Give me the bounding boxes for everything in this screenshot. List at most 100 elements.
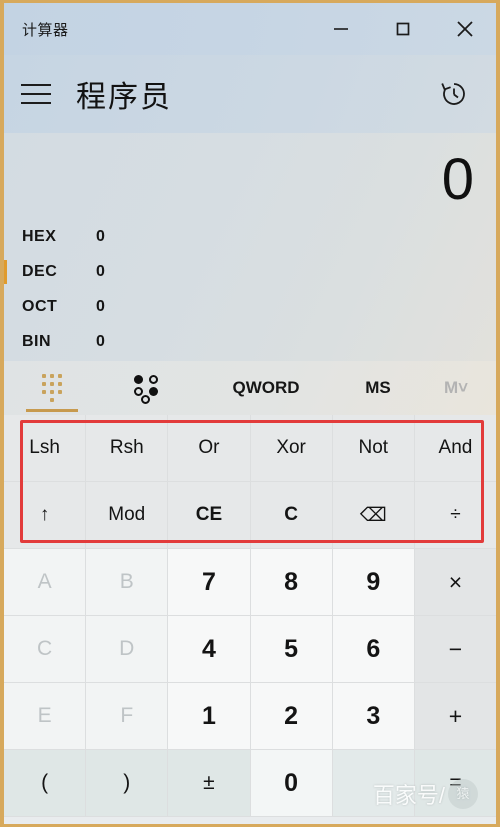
window-controls	[310, 3, 496, 55]
radix-value: 0	[96, 227, 105, 245]
key-9[interactable]: 9	[332, 549, 415, 616]
key-mod[interactable]: Mod	[86, 482, 169, 549]
radix-row-oct[interactable]: OCT 0	[4, 289, 496, 324]
key-plus-minus[interactable]: ±	[168, 750, 251, 817]
mode-toolbar: QWORD MS M˅	[4, 361, 496, 415]
keypad-row-789: A B 7 8 9 ×	[4, 549, 496, 616]
maximize-button[interactable]	[372, 3, 434, 55]
dot	[58, 382, 62, 386]
key-6[interactable]: 6	[332, 616, 415, 683]
radix-label: BIN	[22, 332, 52, 350]
radix-selected-indicator	[4, 260, 7, 284]
hamburger-line	[21, 84, 51, 86]
dot	[50, 382, 54, 386]
key-backspace[interactable]: ⌫	[332, 482, 415, 549]
display-area: 0 HEX 0 DEC 0 OCT 0 BIN 0	[4, 133, 496, 361]
key-clear[interactable]: C	[250, 482, 333, 549]
dot	[42, 390, 46, 394]
keypad-row-123: E F 1 2 3 +	[4, 683, 496, 750]
key-not[interactable]: Not	[332, 415, 415, 482]
key-lsh[interactable]: Lsh	[4, 415, 87, 482]
bit-dot	[134, 387, 143, 396]
close-icon	[457, 21, 473, 37]
dot	[50, 398, 54, 402]
word-size-button[interactable]: QWORD	[196, 361, 336, 415]
bit-dot	[141, 395, 150, 404]
memory-store-button[interactable]: MS	[336, 361, 420, 415]
bit-dot	[134, 375, 143, 384]
key-2[interactable]: 2	[250, 683, 333, 750]
key-hex-c: C	[4, 616, 87, 683]
keypad-dots-icon	[42, 374, 62, 402]
hamburger-line	[21, 102, 51, 104]
key-hex-d: D	[86, 616, 169, 683]
key-hex-e: E	[4, 683, 87, 750]
key-subtract[interactable]: −	[414, 616, 496, 683]
hamburger-line	[21, 93, 51, 95]
key-hex-b: B	[86, 549, 169, 616]
radix-value: 0	[96, 332, 105, 350]
key-paren-open[interactable]: (	[4, 750, 87, 817]
key-1[interactable]: 1	[168, 683, 251, 750]
key-or[interactable]: Or	[168, 415, 251, 482]
key-7[interactable]: 7	[168, 549, 251, 616]
app-header: 程序员	[4, 55, 496, 133]
dot	[50, 390, 54, 394]
key-4[interactable]: 4	[168, 616, 251, 683]
dot	[42, 382, 46, 386]
minimize-icon	[334, 28, 348, 30]
key-xor[interactable]: Xor	[250, 415, 333, 482]
radix-row-dec[interactable]: DEC 0	[4, 254, 496, 289]
bit-dot	[149, 387, 158, 396]
keypad-grid: Lsh Rsh Or Xor Not And ↑ Mod CE C ⌫ ÷ A …	[4, 415, 496, 817]
keypad-row-bitwise: Lsh Rsh Or Xor Not And	[4, 415, 496, 482]
tab-bit-toggle[interactable]	[100, 361, 196, 415]
window-title: 计算器	[22, 21, 69, 39]
memory-menu-button: M˅	[443, 378, 469, 397]
keypad-row-456: C D 4 5 6 −	[4, 616, 496, 683]
key-and[interactable]: And	[414, 415, 496, 482]
bit-toggle-icon	[133, 373, 163, 404]
key-3[interactable]: 3	[332, 683, 415, 750]
key-rsh[interactable]: Rsh	[86, 415, 169, 482]
key-blank	[332, 750, 415, 817]
radix-label: DEC	[22, 262, 58, 280]
key-equals[interactable]: =	[414, 750, 496, 817]
radix-value: 0	[96, 262, 105, 280]
radix-label: HEX	[22, 227, 57, 245]
key-add[interactable]: +	[414, 683, 496, 750]
keypad-row-clear: ↑ Mod CE C ⌫ ÷	[4, 482, 496, 549]
main-display-value: 0	[441, 147, 474, 212]
dot	[42, 374, 46, 378]
key-hex-f: F	[86, 683, 169, 750]
dot	[50, 374, 54, 378]
radix-value: 0	[96, 297, 105, 315]
bit-dot	[149, 375, 158, 384]
key-5[interactable]: 5	[250, 616, 333, 683]
keypad-row-bottom: ( ) ± 0 =	[4, 750, 496, 817]
key-paren-close[interactable]: )	[86, 750, 169, 817]
maximize-icon	[396, 22, 410, 36]
key-8[interactable]: 8	[250, 549, 333, 616]
close-button[interactable]	[434, 3, 496, 55]
key-multiply[interactable]: ×	[414, 549, 496, 616]
dot	[58, 374, 62, 378]
dot	[58, 390, 62, 394]
key-0[interactable]: 0	[250, 750, 333, 817]
key-divide[interactable]: ÷	[414, 482, 496, 549]
calculator-window: 计算器 程序员 0 HEX 0 DEC 0 OCT 0 BIN 0 QWORD …	[0, 0, 500, 827]
key-clear-entry[interactable]: CE	[168, 482, 251, 549]
key-up-arrow[interactable]: ↑	[4, 482, 87, 549]
radix-row-hex[interactable]: HEX 0	[4, 219, 496, 254]
radix-label: OCT	[22, 297, 58, 315]
minimize-button[interactable]	[310, 3, 372, 55]
tab-keypad[interactable]	[4, 361, 100, 415]
title-bar: 计算器	[4, 3, 496, 55]
history-button[interactable]	[432, 72, 476, 116]
page-title: 程序员	[76, 81, 172, 114]
key-hex-a: A	[4, 549, 87, 616]
hamburger-icon[interactable]	[4, 84, 68, 104]
radix-row-bin[interactable]: BIN 0	[4, 324, 496, 359]
radix-list: HEX 0 DEC 0 OCT 0 BIN 0	[4, 219, 496, 359]
tab-selected-underline	[26, 409, 78, 412]
